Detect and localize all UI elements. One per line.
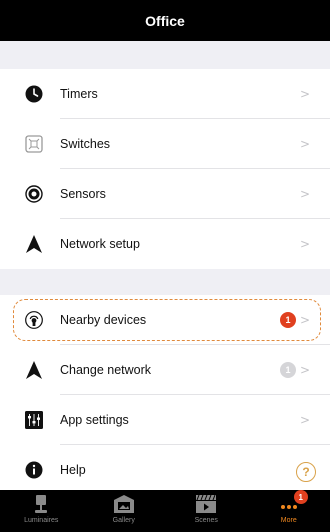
menu-item-help[interactable]: Help > [0,445,330,495]
menu-item-label: Switches [60,137,111,151]
chevron-right-icon: > [299,87,310,101]
network-icon [24,360,44,380]
menu-item-label: App settings [60,413,129,427]
network-icon [24,234,44,254]
help-button[interactable]: ? [296,462,316,482]
clock-icon [24,84,44,104]
tab-luminaires[interactable]: Luminaires [0,490,83,532]
menu-item-app-settings[interactable]: App settings > [0,395,330,445]
menu-item-network-setup[interactable]: Network setup > [0,219,330,269]
menu-item-label: Timers [60,87,98,101]
menu-item-switches[interactable]: Switches > [0,119,330,169]
chevron-right-icon: > [299,237,310,251]
menu-item-label: Sensors [60,187,106,201]
sensor-icon [24,184,44,204]
menu-item-timers[interactable]: Timers > [0,69,330,119]
info-icon [24,460,44,480]
menu-item-sensors[interactable]: Sensors > [0,169,330,219]
page-title: Office [145,12,185,29]
lamp-icon [30,494,52,514]
menu-item-label: Nearby devices [60,313,147,327]
nearby-devices-icon [24,310,44,330]
menu-item-label: Change network [60,363,152,377]
tab-bar: Luminaires Gallery Scenes 1 More [0,490,330,532]
menu-item-label: Network setup [60,237,140,251]
chevron-right-icon: > [299,413,310,427]
tab-label: Luminaires [24,517,59,524]
menu-item-change-network[interactable]: Change network 1 > [0,345,330,395]
tab-label: More [280,517,297,524]
settings-group-primary: Timers > Switches > Sensors > Network se… [0,69,330,269]
tab-gallery[interactable]: Gallery [83,490,166,532]
tab-scenes[interactable]: Scenes [165,490,248,532]
menu-item-label: Help [60,463,86,477]
clapperboard-icon [195,494,217,514]
section-spacer [0,41,330,69]
section-spacer [0,269,330,296]
chevron-right-icon: > [299,313,310,327]
chevron-right-icon: > [299,363,310,377]
switch-icon [24,134,44,154]
notification-badge: 1 [280,312,296,328]
tab-more[interactable]: 1 More [248,490,330,532]
settings-group-secondary: Nearby devices 1 > Change network 1 > Ap… [0,295,330,495]
tab-label: Scenes [194,517,218,524]
gallery-icon [113,494,135,514]
settings-sliders-icon [24,410,44,430]
nav-bar: Office [0,0,330,41]
tab-label: Gallery [112,517,135,524]
notification-badge: 1 [280,362,296,378]
chevron-right-icon: > [299,137,310,151]
menu-item-nearby-devices[interactable]: Nearby devices 1 > [0,295,330,345]
chevron-right-icon: > [299,187,310,201]
notification-badge: 1 [293,490,308,504]
